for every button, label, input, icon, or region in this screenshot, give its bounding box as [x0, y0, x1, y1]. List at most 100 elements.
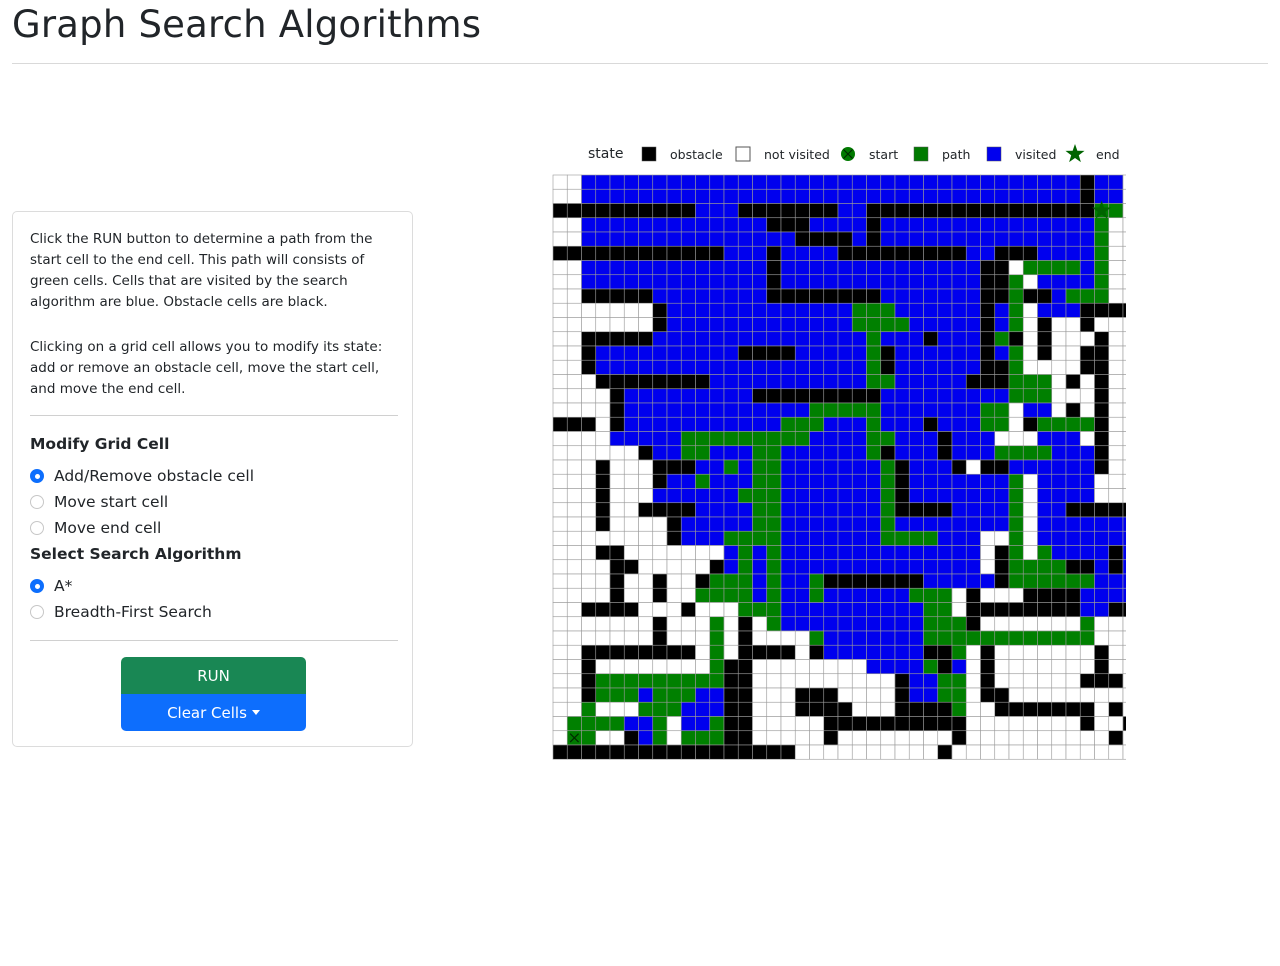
grid-cell-not-visited[interactable] — [1122, 701, 1126, 717]
grid-cell-not-visited[interactable] — [1122, 359, 1126, 375]
grid-cell-path[interactable] — [851, 302, 867, 318]
grid-cell-visited[interactable] — [823, 174, 839, 190]
grid-cell-not-visited[interactable] — [1108, 616, 1124, 632]
grid-cell-visited[interactable] — [866, 644, 882, 660]
grid-cell-visited[interactable] — [652, 431, 668, 447]
grid-cell-visited[interactable] — [638, 388, 654, 404]
grid-cell-visited[interactable] — [994, 345, 1010, 361]
grid-cell-visited[interactable] — [1065, 245, 1081, 261]
grid-cell-not-visited[interactable] — [1037, 730, 1053, 746]
grid-cell-not-visited[interactable] — [566, 445, 582, 461]
grid-cell-path[interactable] — [809, 587, 825, 603]
grid-cell-visited[interactable] — [595, 174, 611, 190]
grid-cell-not-visited[interactable] — [794, 659, 810, 675]
grid-cell-visited[interactable] — [923, 260, 939, 276]
grid-cell-visited[interactable] — [695, 488, 711, 504]
grid-cell-not-visited[interactable] — [766, 687, 782, 703]
grid-cell-not-visited[interactable] — [666, 630, 682, 646]
grid-cell-visited[interactable] — [994, 188, 1010, 204]
grid-cell-not-visited[interactable] — [666, 545, 682, 561]
grid-cell-visited[interactable] — [851, 203, 867, 219]
grid-cell-obstacle[interactable] — [894, 245, 910, 261]
grid-cell-visited[interactable] — [837, 274, 853, 290]
grid-cell-visited[interactable] — [709, 174, 725, 190]
grid-cell-visited[interactable] — [623, 217, 639, 233]
grid-cell-visited[interactable] — [695, 260, 711, 276]
grid-cell-visited[interactable] — [894, 345, 910, 361]
grid-cell-not-visited[interactable] — [965, 459, 981, 475]
grid-cell-not-visited[interactable] — [552, 359, 568, 375]
grid-cell-visited[interactable] — [894, 231, 910, 247]
grid-cell-visited[interactable] — [923, 687, 939, 703]
grid-cell-visited[interactable] — [1037, 274, 1053, 290]
grid-cell-obstacle[interactable] — [1051, 701, 1067, 717]
grid-cell-path[interactable] — [851, 317, 867, 333]
grid-cell-visited[interactable] — [866, 260, 882, 276]
grid-cell-visited[interactable] — [794, 573, 810, 589]
grid-cell-not-visited[interactable] — [566, 530, 582, 546]
grid-cell-not-visited[interactable] — [1108, 331, 1124, 347]
grid-cell-visited[interactable] — [652, 388, 668, 404]
grid-cell-obstacle[interactable] — [823, 687, 839, 703]
grid-cell-obstacle[interactable] — [623, 203, 639, 219]
grid-cell-not-visited[interactable] — [794, 716, 810, 732]
grid-cell-visited[interactable] — [1065, 302, 1081, 318]
grid-cell-obstacle[interactable] — [980, 459, 996, 475]
grid-cell-obstacle[interactable] — [595, 744, 611, 760]
grid-cell-visited[interactable] — [652, 359, 668, 375]
grid-cell-visited[interactable] — [1065, 473, 1081, 489]
grid-cell-not-visited[interactable] — [552, 317, 568, 333]
grid-cell-visited[interactable] — [823, 431, 839, 447]
grid-cell-obstacle[interactable] — [866, 231, 882, 247]
grid-cell-visited[interactable] — [823, 359, 839, 375]
grid-cell-not-visited[interactable] — [1122, 445, 1126, 461]
grid-cell-visited[interactable] — [965, 516, 981, 532]
grid-cell-visited[interactable] — [851, 530, 867, 546]
grid-cell-obstacle[interactable] — [809, 288, 825, 304]
grid-cell-obstacle[interactable] — [752, 345, 768, 361]
grid-cell-visited[interactable] — [923, 231, 939, 247]
grid-cell-not-visited[interactable] — [680, 630, 696, 646]
grid-cell-not-visited[interactable] — [1051, 374, 1067, 390]
grid-cell-visited[interactable] — [951, 288, 967, 304]
grid-cell-visited[interactable] — [680, 530, 696, 546]
grid-cell-visited[interactable] — [951, 188, 967, 204]
grid-cell-path[interactable] — [766, 445, 782, 461]
grid-cell-path[interactable] — [866, 374, 882, 390]
grid-cell-visited[interactable] — [1037, 516, 1053, 532]
grid-cell-not-visited[interactable] — [666, 573, 682, 589]
grid-cell-visited[interactable] — [680, 288, 696, 304]
grid-cell-obstacle[interactable] — [894, 687, 910, 703]
grid-cell-not-visited[interactable] — [1008, 659, 1024, 675]
grid-cell-visited[interactable] — [794, 516, 810, 532]
grid-cell-not-visited[interactable] — [994, 730, 1010, 746]
grid-cell-not-visited[interactable] — [552, 730, 568, 746]
grid-cell-obstacle[interactable] — [552, 744, 568, 760]
grid-cell-path[interactable] — [1008, 445, 1024, 461]
grid-cell-visited[interactable] — [666, 174, 682, 190]
grid-cell-visited[interactable] — [1122, 587, 1126, 603]
grid-cell-visited[interactable] — [809, 245, 825, 261]
grid-cell-not-visited[interactable] — [766, 630, 782, 646]
grid-cell-obstacle[interactable] — [609, 559, 625, 575]
grid-cell-visited[interactable] — [866, 659, 882, 675]
grid-cell-not-visited[interactable] — [552, 231, 568, 247]
grid-cell-not-visited[interactable] — [1022, 359, 1038, 375]
grid-cell-not-visited[interactable] — [723, 644, 739, 660]
grid-cell-not-visited[interactable] — [980, 744, 996, 760]
grid-cell-not-visited[interactable] — [1108, 317, 1124, 333]
grid-cell-not-visited[interactable] — [1108, 473, 1124, 489]
grid-cell-visited[interactable] — [737, 331, 753, 347]
grid-cell-not-visited[interactable] — [695, 616, 711, 632]
grid-cell-visited[interactable] — [1122, 516, 1126, 532]
grid-cell-visited[interactable] — [965, 388, 981, 404]
grid-cell-not-visited[interactable] — [809, 730, 825, 746]
radio-move-start-cell[interactable]: Move start cell — [30, 491, 168, 513]
grid-cell-visited[interactable] — [894, 288, 910, 304]
grid-cell-visited[interactable] — [894, 188, 910, 204]
grid-cell-visited[interactable] — [1065, 545, 1081, 561]
grid-cell-visited[interactable] — [780, 359, 796, 375]
grid-cell-visited[interactable] — [937, 331, 953, 347]
grid-cell-visited[interactable] — [837, 217, 853, 233]
grid-cell-visited[interactable] — [823, 260, 839, 276]
